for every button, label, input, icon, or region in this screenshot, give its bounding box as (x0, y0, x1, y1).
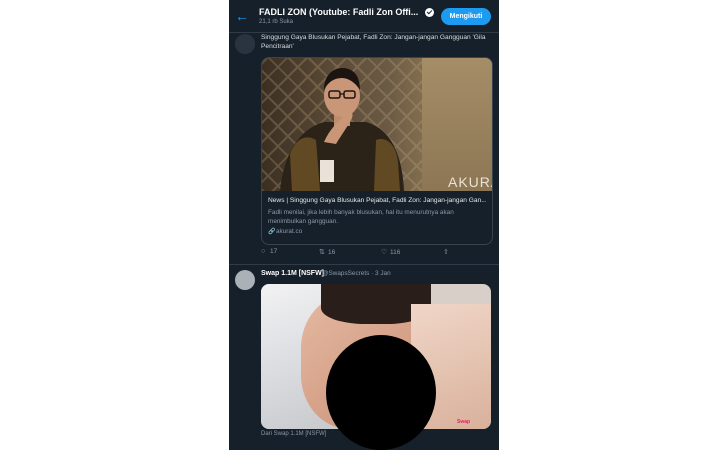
following-button[interactable]: Mengikuti (441, 8, 491, 25)
share-icon: ⇧ (443, 249, 449, 256)
tweet-author-name[interactable]: Swap 1.1M [NSFW] (261, 270, 324, 277)
censor-circle (326, 335, 436, 450)
app-screen: ← FADLI ZON (Youtube: Fadli Zon Offi... … (229, 0, 499, 450)
card-domain: akurat.co (276, 228, 303, 235)
arrow-left-icon[interactable]: ← (235, 9, 249, 23)
tweet-actions: ○ 17 ⇅ 16 ♡ 116 ⇧ (261, 248, 491, 260)
card-description: Fadli menilai, jika lebih banyak blusuka… (268, 209, 454, 225)
heart-icon: ♡ (381, 249, 388, 256)
share-button[interactable]: ⇧ (443, 248, 452, 256)
card-title: News | Singgung Gaya Blusukan Pejabat, F… (268, 197, 486, 204)
reply-count: 17 (270, 248, 278, 255)
portrait-illustration (280, 68, 404, 191)
retweet-count: 16 (328, 249, 336, 256)
link-icon: 🔗 (268, 229, 276, 235)
verified-badge-icon (425, 8, 434, 17)
reply-icon: ○ (261, 248, 266, 255)
like-button[interactable]: ♡ 116 (381, 248, 400, 256)
divider (229, 264, 499, 265)
like-count: 116 (390, 249, 401, 256)
profile-name: FADLI ZON (Youtube: Fadli Zon Offi... (259, 7, 419, 17)
reply-button[interactable]: ○ 17 (261, 248, 277, 255)
link-card[interactable]: AKURAT News | Singgung Gaya Blusukan Pej… (261, 57, 493, 245)
card-image: AKURAT (262, 58, 492, 191)
likes-count: 21,1 rb Suka (259, 19, 294, 25)
retweet-button[interactable]: ⇅ 16 (319, 248, 335, 256)
card-watermark: AKURAT (448, 174, 492, 190)
avatar[interactable] (235, 34, 255, 54)
tweet-source: Dari Swap 1.1M [NSFW] (261, 431, 327, 437)
retweet-icon: ⇅ (319, 249, 325, 256)
tweet-text: Singgung Gaya Blusukan Pejabat, Fadli Zo… (261, 34, 486, 50)
media-watermark: Swap (457, 419, 471, 425)
profile-header: ← FADLI ZON (Youtube: Fadli Zon Offi... … (229, 0, 499, 33)
avatar[interactable] (235, 270, 255, 290)
tweet-author-handle: @SwapsSecrets · 3 Jan (322, 270, 391, 277)
